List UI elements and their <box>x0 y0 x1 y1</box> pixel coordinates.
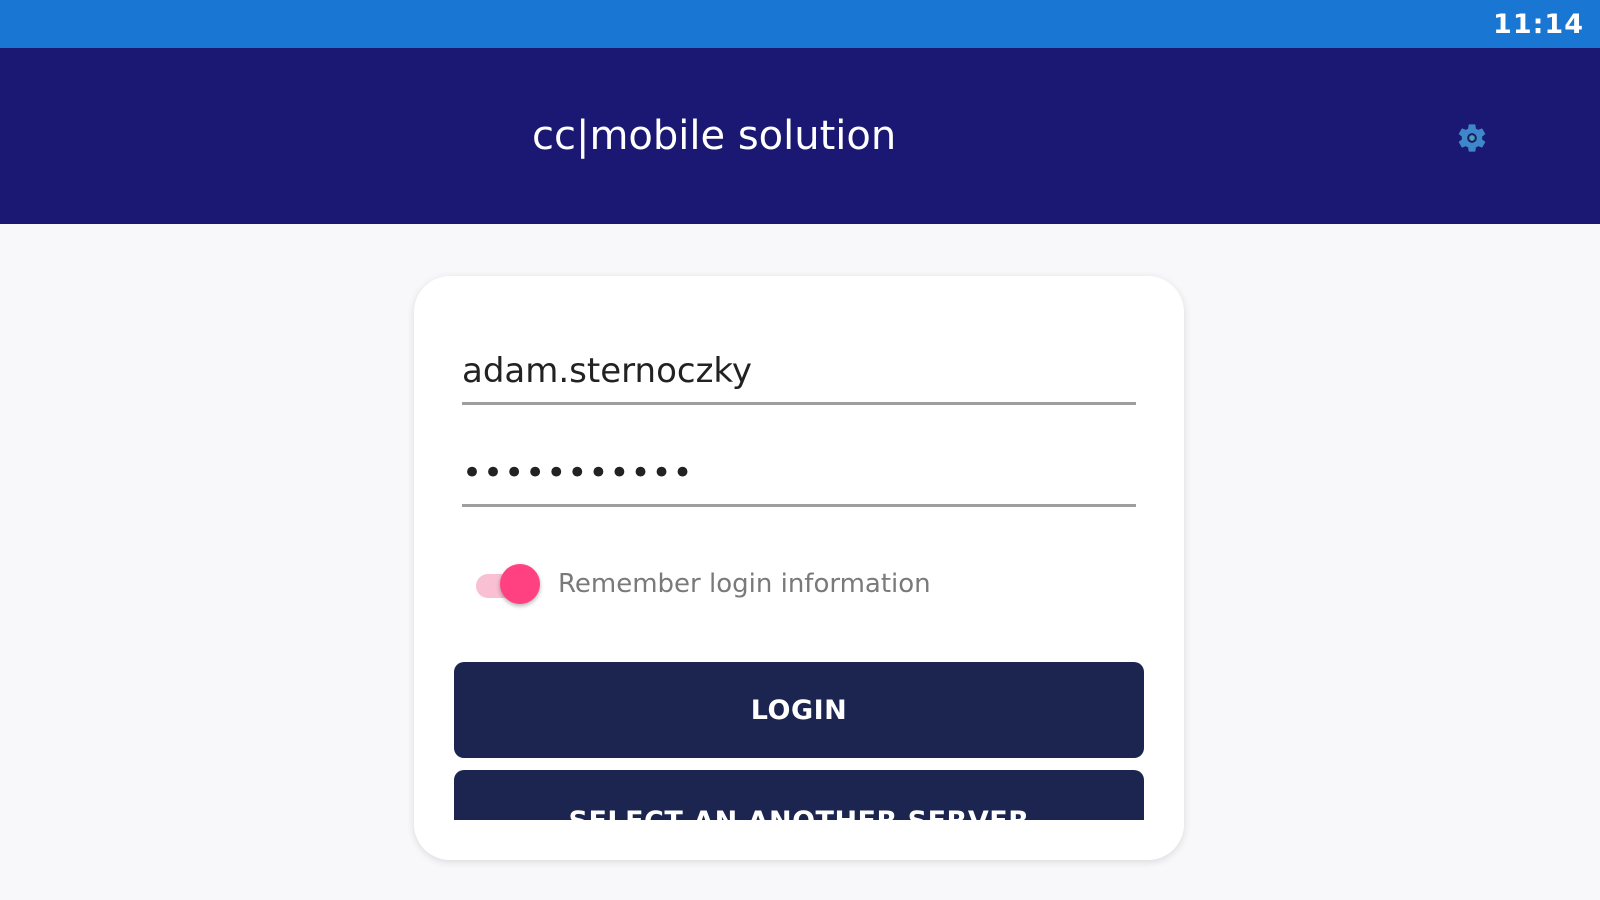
gear-icon <box>1458 124 1486 152</box>
app-title: cc|mobile solution <box>532 113 897 159</box>
password-field-wrapper <box>462 448 1136 507</box>
status-time: 11:14 <box>1493 9 1584 40</box>
username-input[interactable] <box>462 346 1136 396</box>
remember-row: Remember login information <box>474 562 931 606</box>
app-bar: cc|mobile solution <box>0 48 1600 224</box>
status-bar: 11:14 <box>0 0 1600 48</box>
username-field-wrapper <box>462 346 1136 405</box>
remember-label: Remember login information <box>558 569 931 599</box>
settings-button[interactable] <box>1452 118 1492 158</box>
login-card: Remember login information LOGIN SELECT … <box>414 276 1184 860</box>
card-bottom-padding <box>414 820 1184 860</box>
remember-toggle[interactable] <box>474 562 542 606</box>
login-button[interactable]: LOGIN <box>454 662 1144 758</box>
toggle-thumb <box>500 564 540 604</box>
password-input[interactable] <box>462 448 1136 498</box>
